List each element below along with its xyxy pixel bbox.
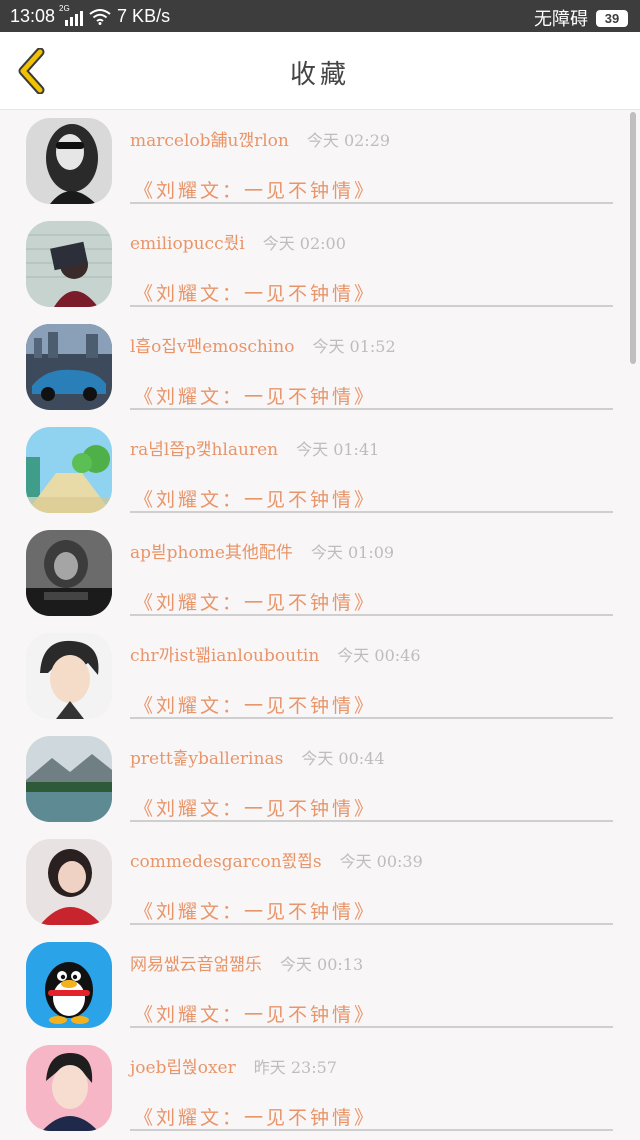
wifi-icon — [89, 8, 111, 25]
avatar[interactable] — [26, 736, 112, 822]
avatar[interactable] — [26, 221, 112, 307]
network-tag: 2G — [59, 3, 70, 13]
list-item[interactable]: marcelob舗u깭rlon 今天 02:29 《刘耀文：一见不钟情》 — [0, 110, 640, 213]
sports-car-image — [26, 324, 112, 410]
item-title: ra념l쯥p캧hlauren — [130, 440, 279, 460]
battery-level: 39 — [604, 10, 620, 26]
divider — [130, 923, 613, 925]
avatar[interactable] — [26, 118, 112, 204]
anime-boy-pink-image — [26, 1045, 112, 1131]
item-title: marcelob舗u깭rlon — [130, 131, 289, 151]
item-song: 《刘耀文：一见不钟情》 — [134, 901, 377, 923]
avatar[interactable] — [26, 1045, 112, 1131]
item-time: 昨天 23:57 — [253, 1058, 337, 1077]
status-bar: 13:08 2G 7 KB/s 无障碍 39 — [0, 0, 640, 32]
item-time: 今天 02:29 — [306, 131, 391, 150]
avatar[interactable] — [26, 427, 112, 513]
item-title: ap븯phome其他配件 — [130, 543, 293, 563]
favorites-list: marcelob舗u깭rlon 今天 02:29 《刘耀文：一见不钟情》 emil… — [0, 110, 640, 1140]
item-song: 《刘耀文：一见不钟情》 — [134, 695, 377, 717]
avatar[interactable] — [26, 633, 112, 719]
item-song: 《刘耀文：一见不钟情》 — [134, 592, 377, 614]
avatar[interactable] — [26, 942, 112, 1028]
item-time: 今天 02:00 — [262, 234, 346, 253]
item-time: 今天 00:39 — [339, 852, 423, 871]
item-title: l흡o집v팬emoschino — [130, 337, 295, 357]
signal-icon: 2G — [59, 4, 84, 26]
list-item[interactable]: commedesgarcon쬜쬡s 今天 00:39 《刘耀文：一见不钟情》 — [0, 831, 640, 934]
divider — [130, 408, 613, 410]
mountain-lake-image — [26, 736, 112, 822]
list-item[interactable]: 网易쌦云音얾쨺乐 今天 00:13 《刘耀文：一见不钟情》 — [0, 934, 640, 1037]
scrollbar[interactable] — [630, 112, 636, 364]
list-item[interactable]: chr까ist꽯ianlouboutin 今天 00:46 《刘耀文：一见不钟情》 — [0, 625, 640, 728]
avatar[interactable] — [26, 530, 112, 616]
item-time: 今天 00:13 — [279, 955, 364, 974]
divider — [130, 820, 613, 822]
dark-portrait-image — [26, 530, 112, 616]
divider — [130, 305, 613, 307]
item-song: 《刘耀文：一见不钟情》 — [134, 1004, 377, 1026]
accessibility-label: 无障碍 — [534, 9, 588, 29]
list-item[interactable]: prett훑yballerinas 今天 00:44 《刘耀文：一见不钟情》 — [0, 728, 640, 831]
list-item[interactable]: ra념l쯥p캧hlauren 今天 01:41 《刘耀文：一见不钟情》 — [0, 419, 640, 522]
divider — [130, 202, 613, 204]
divider — [130, 511, 613, 513]
list-item[interactable]: ap븯phome其他配件 今天 01:09 《刘耀文：一见不钟情》 — [0, 522, 640, 625]
page-title: 收藏 — [289, 60, 350, 90]
item-title: prett훑yballerinas — [130, 749, 284, 769]
divider — [130, 1026, 613, 1028]
list-item[interactable]: emiliopucc뤘i 今天 02:00 《刘耀文：一见不钟情》 — [0, 213, 640, 316]
item-title: joeb립쒅oxer — [130, 1058, 236, 1078]
item-title: commedesgarcon쬜쬡s — [130, 852, 322, 872]
item-time: 今天 00:46 — [337, 646, 421, 665]
list-item[interactable]: l흡o집v팬emoschino 今天 01:52 《刘耀文：一见不钟情》 — [0, 316, 640, 419]
woman-portrait-image — [26, 118, 112, 204]
battery-icon: 39 — [596, 9, 628, 27]
anime-boy-image — [26, 633, 112, 719]
item-song: 《刘耀文：一见不钟情》 — [134, 386, 377, 408]
list-item[interactable]: joeb립쒅oxer 昨天 23:57 《刘耀文：一见不钟情》 — [0, 1037, 640, 1140]
qq-penguin-icon — [26, 942, 112, 1028]
item-title: emiliopucc뤘i — [130, 234, 245, 254]
network-speed: 7 KB/s — [117, 6, 171, 26]
header-bar: 收藏 — [0, 32, 640, 110]
item-time: 今天 00:44 — [301, 749, 385, 768]
item-song: 《刘耀文：一见不钟情》 — [134, 180, 377, 202]
girl-red-shirt-image — [26, 839, 112, 925]
item-title: chr까ist꽯ianlouboutin — [130, 646, 320, 666]
item-time: 今天 01:41 — [296, 440, 380, 459]
item-song: 《刘耀文：一见不钟情》 — [134, 1107, 377, 1129]
divider — [130, 717, 613, 719]
item-song: 《刘耀文：一见不钟情》 — [134, 489, 377, 511]
avatar[interactable] — [26, 324, 112, 410]
divider — [130, 1129, 613, 1131]
item-time: 今天 01:09 — [310, 543, 395, 562]
item-song: 《刘耀文：一见不钟情》 — [134, 283, 377, 305]
item-title: 网易쌦云音얾쨺乐 — [130, 955, 262, 975]
item-time: 今天 01:52 — [312, 337, 396, 356]
status-time: 13:08 — [10, 6, 56, 26]
divider — [130, 614, 613, 616]
item-song: 《刘耀文：一见不钟情》 — [134, 798, 377, 820]
anime-path-image — [26, 427, 112, 513]
person-with-sign-image — [26, 221, 112, 307]
avatar[interactable] — [26, 839, 112, 925]
